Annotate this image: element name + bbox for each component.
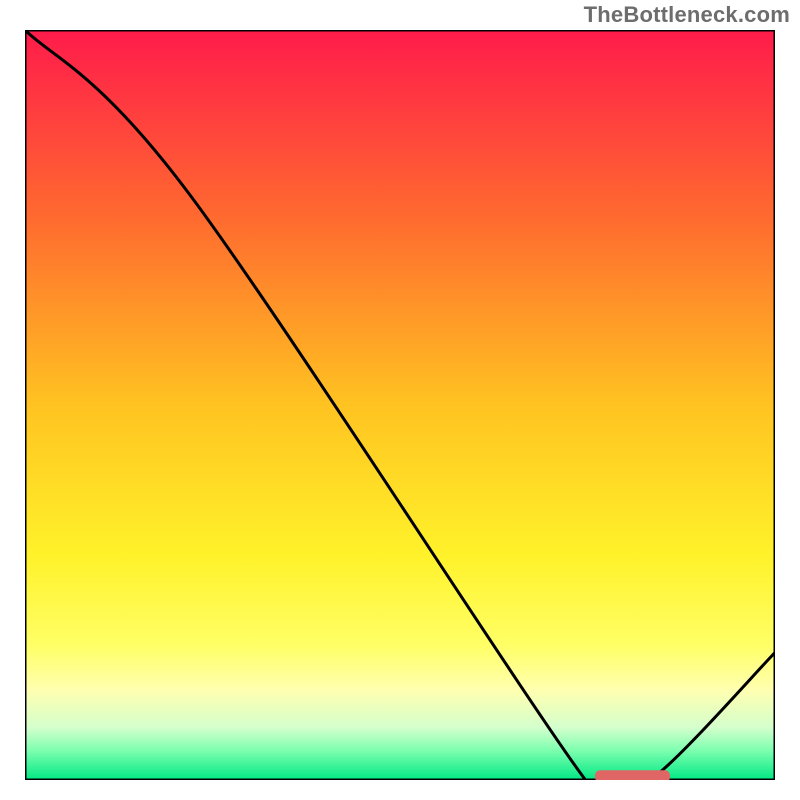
watermark-text: TheBottleneck.com [584, 2, 790, 28]
chart-container: TheBottleneck.com [0, 0, 800, 800]
bottleneck-chart [25, 30, 775, 780]
optimal-range-marker [595, 770, 670, 780]
gradient-background [25, 30, 775, 780]
